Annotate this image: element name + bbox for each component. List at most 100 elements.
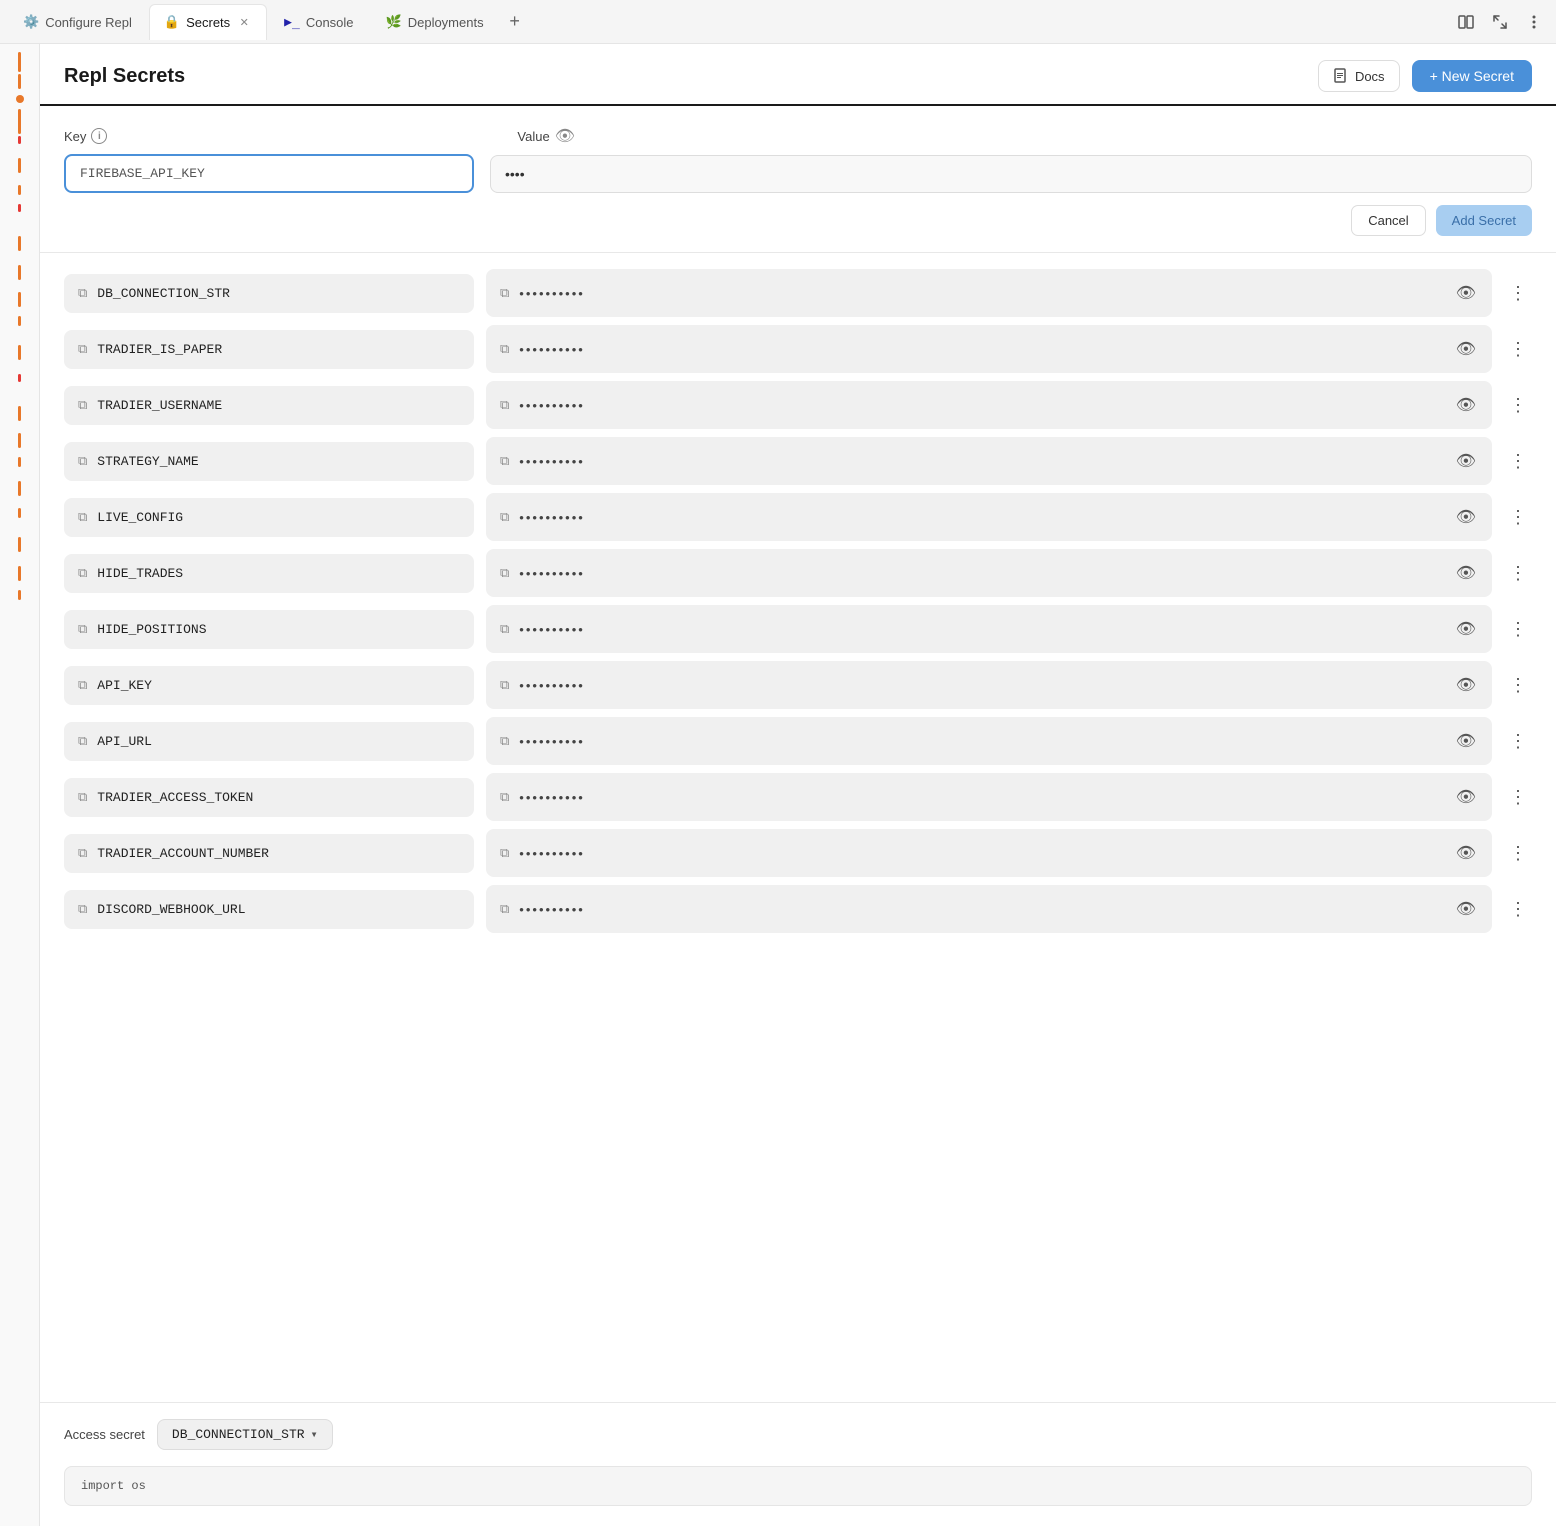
new-secret-button[interactable]: + New Secret [1412, 60, 1532, 92]
copy-icon-3[interactable]: ⧉ [78, 454, 87, 469]
access-dropdown-value: DB_CONNECTION_STR [172, 1427, 305, 1442]
reveal-button-2[interactable]: 👁 [1454, 393, 1478, 417]
key-text-5: HIDE_TRADES [97, 566, 183, 581]
copy-value-icon-9[interactable]: ⧉ [500, 789, 509, 805]
dots-4: •••••••••• [519, 510, 1443, 525]
more-options-button[interactable] [1520, 8, 1548, 36]
secret-value-3: ⧉ •••••••••• 👁 [486, 437, 1492, 485]
access-secret-dropdown[interactable]: DB_CONNECTION_STR ▾ [157, 1419, 333, 1450]
copy-value-icon-6[interactable]: ⧉ [500, 621, 509, 637]
more-button-0[interactable]: ⋮ [1504, 279, 1532, 307]
more-button-1[interactable]: ⋮ [1504, 335, 1532, 363]
more-button-10[interactable]: ⋮ [1504, 839, 1532, 867]
table-row: ⧉ TRADIER_IS_PAPER ⧉ •••••••••• 👁 ⋮ [64, 325, 1532, 373]
copy-icon-5[interactable]: ⧉ [78, 566, 87, 581]
key-input[interactable] [64, 154, 474, 193]
reveal-button-6[interactable]: 👁 [1454, 617, 1478, 641]
copy-icon-0[interactable]: ⧉ [78, 286, 87, 301]
copy-icon-1[interactable]: ⧉ [78, 342, 87, 357]
copy-icon-8[interactable]: ⧉ [78, 734, 87, 749]
copy-value-icon-4[interactable]: ⧉ [500, 509, 509, 525]
docs-button[interactable]: Docs [1318, 60, 1400, 92]
more-button-7[interactable]: ⋮ [1504, 671, 1532, 699]
secret-value-2: ⧉ •••••••••• 👁 [486, 381, 1492, 429]
copy-icon-6[interactable]: ⧉ [78, 622, 87, 637]
copy-icon-10[interactable]: ⧉ [78, 846, 87, 861]
eye-label-icon[interactable]: 👁 [555, 126, 575, 146]
add-tab-button[interactable]: + [501, 8, 529, 36]
copy-icon-11[interactable]: ⧉ [78, 902, 87, 917]
key-text-3: STRATEGY_NAME [97, 454, 198, 469]
tab-deployments-label: Deployments [408, 15, 484, 30]
secret-value-6: ⧉ •••••••••• 👁 [486, 605, 1492, 653]
info-icon[interactable]: i [91, 128, 107, 144]
more-button-9[interactable]: ⋮ [1504, 783, 1532, 811]
reveal-button-9[interactable]: 👁 [1454, 785, 1478, 809]
copy-icon-9[interactable]: ⧉ [78, 790, 87, 805]
copy-icon-7[interactable]: ⧉ [78, 678, 87, 693]
copy-value-icon-7[interactable]: ⧉ [500, 677, 509, 693]
header-actions: Docs + New Secret [1318, 60, 1532, 92]
key-text-0: DB_CONNECTION_STR [97, 286, 230, 301]
reveal-button-7[interactable]: 👁 [1454, 673, 1478, 697]
reveal-button-11[interactable]: 👁 [1454, 897, 1478, 921]
table-row: ⧉ DISCORD_WEBHOOK_URL ⧉ •••••••••• 👁 ⋮ [64, 885, 1532, 933]
sidebar-marker-14 [18, 406, 21, 421]
more-button-6[interactable]: ⋮ [1504, 615, 1532, 643]
new-secret-label: + New Secret [1430, 68, 1514, 84]
reveal-button-5[interactable]: 👁 [1454, 561, 1478, 585]
copy-value-icon-1[interactable]: ⧉ [500, 341, 509, 357]
tab-configure[interactable]: ⚙️ Configure Repl [8, 4, 147, 40]
split-view-button[interactable] [1452, 8, 1480, 36]
table-row: ⧉ HIDE_POSITIONS ⧉ •••••••••• 👁 ⋮ [64, 605, 1532, 653]
dots-5: •••••••••• [519, 566, 1443, 581]
tab-console-label: Console [306, 15, 354, 30]
more-button-3[interactable]: ⋮ [1504, 447, 1532, 475]
cancel-button[interactable]: Cancel [1351, 205, 1425, 236]
reveal-button-0[interactable]: 👁 [1454, 281, 1478, 305]
expand-icon [1492, 14, 1508, 30]
copy-value-icon-2[interactable]: ⧉ [500, 397, 509, 413]
tab-deployments[interactable]: 🌿 Deployments [371, 4, 499, 40]
copy-value-icon-3[interactable]: ⧉ [500, 453, 509, 469]
copy-value-icon-8[interactable]: ⧉ [500, 733, 509, 749]
more-button-8[interactable]: ⋮ [1504, 727, 1532, 755]
copy-value-icon-10[interactable]: ⧉ [500, 845, 509, 861]
add-secret-button[interactable]: Add Secret [1436, 205, 1532, 236]
key-text-7: API_KEY [97, 678, 152, 693]
split-view-icon [1458, 14, 1474, 30]
key-text-11: DISCORD_WEBHOOK_URL [97, 902, 245, 917]
key-label: Key [64, 129, 86, 144]
tab-console[interactable]: ▶_ Console [269, 4, 368, 40]
tab-secrets-close[interactable]: ✕ [236, 14, 252, 30]
tab-secrets[interactable]: 🔒 Secrets ✕ [149, 4, 267, 40]
reveal-button-4[interactable]: 👁 [1454, 505, 1478, 529]
sidebar-marker-16 [18, 457, 21, 467]
value-label: Value [517, 129, 549, 144]
secret-value-11: ⧉ •••••••••• 👁 [486, 885, 1492, 933]
reveal-button-8[interactable]: 👁 [1454, 729, 1478, 753]
copy-icon-4[interactable]: ⧉ [78, 510, 87, 525]
reveal-button-10[interactable]: 👁 [1454, 841, 1478, 865]
secret-value-7: ⧉ •••••••••• 👁 [486, 661, 1492, 709]
reveal-button-3[interactable]: 👁 [1454, 449, 1478, 473]
expand-button[interactable] [1486, 8, 1514, 36]
secret-value-8: ⧉ •••••••••• 👁 [486, 717, 1492, 765]
bottom-bar: Access secret DB_CONNECTION_STR ▾ [40, 1402, 1556, 1466]
tab-bar-right [1452, 8, 1548, 36]
sidebar-marker-2 [18, 74, 21, 89]
copy-value-icon-5[interactable]: ⧉ [500, 565, 509, 581]
copy-icon-2[interactable]: ⧉ [78, 398, 87, 413]
value-input[interactable] [490, 155, 1532, 193]
more-button-4[interactable]: ⋮ [1504, 503, 1532, 531]
copy-value-icon-11[interactable]: ⧉ [500, 901, 509, 917]
dots-9: •••••••••• [519, 790, 1443, 805]
key-text-4: LIVE_CONFIG [97, 510, 183, 525]
more-button-11[interactable]: ⋮ [1504, 895, 1532, 923]
reveal-button-1[interactable]: 👁 [1454, 337, 1478, 361]
sidebar-marker-17 [18, 481, 21, 496]
copy-value-icon-0[interactable]: ⧉ [500, 285, 509, 301]
more-button-2[interactable]: ⋮ [1504, 391, 1532, 419]
dots-3: •••••••••• [519, 454, 1443, 469]
more-button-5[interactable]: ⋮ [1504, 559, 1532, 587]
